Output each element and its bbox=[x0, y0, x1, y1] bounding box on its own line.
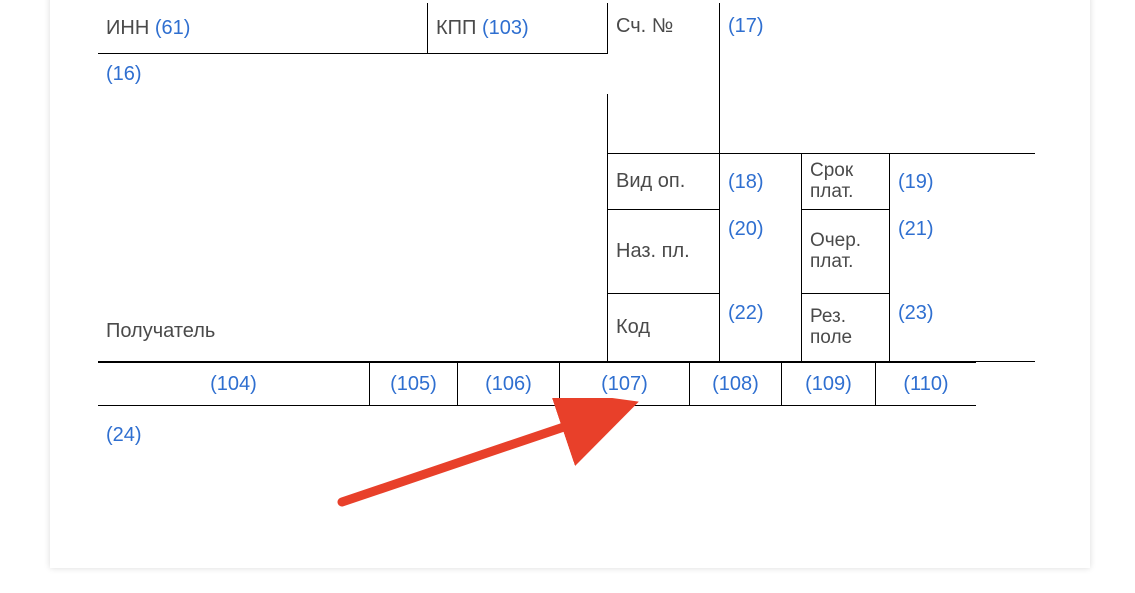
label-vid-op: Вид оп. bbox=[608, 154, 720, 210]
field-110: (110) bbox=[876, 362, 976, 406]
txt-srok: Срок плат. bbox=[810, 161, 889, 203]
kpp-label: КПП bbox=[436, 17, 476, 40]
label-ocher-plat: Очер. плат. bbox=[802, 210, 890, 294]
txt-ocher: Очер. плат. bbox=[810, 231, 889, 273]
recipient-label: Получатель bbox=[106, 320, 215, 343]
c20-code: (20) bbox=[728, 218, 764, 241]
field-20: (20) bbox=[720, 210, 802, 294]
inn-label: ИНН bbox=[106, 17, 149, 40]
c105-code: (105) bbox=[390, 373, 437, 396]
txt-vid-op: Вид оп. bbox=[616, 170, 685, 193]
schno-label: Сч. № bbox=[616, 15, 673, 38]
field-23: (23) bbox=[890, 294, 1035, 362]
field-19: (19) bbox=[890, 154, 1035, 210]
txt-kod: Код bbox=[616, 316, 650, 339]
field-105: (105) bbox=[370, 362, 458, 406]
c23-code: (23) bbox=[898, 302, 934, 325]
c22-code: (22) bbox=[728, 302, 764, 325]
field-104: (104) bbox=[98, 362, 370, 406]
c17-code: (17) bbox=[728, 15, 764, 38]
field-account-no-label: Сч. № bbox=[608, 3, 720, 154]
c18-code: (18) bbox=[728, 171, 764, 194]
field-16: (16) bbox=[98, 54, 608, 94]
recipient-block: Получатель bbox=[98, 94, 608, 362]
label-kod: Код bbox=[608, 294, 720, 362]
c24-code: (24) bbox=[106, 424, 142, 447]
field-inn: ИНН (61) bbox=[98, 3, 428, 54]
c107-code: (107) bbox=[601, 373, 648, 396]
payment-order-fragment: ИНН (61) КПП (103) Сч. № (17) (16) Получ… bbox=[0, 0, 1135, 593]
field-109: (109) bbox=[782, 362, 876, 406]
field-21: (21) bbox=[890, 210, 1035, 294]
c109-code: (109) bbox=[805, 373, 852, 396]
label-naz-pl: Наз. пл. bbox=[608, 210, 720, 294]
txt-rez: Рез. поле bbox=[810, 307, 889, 349]
c108-code: (108) bbox=[712, 373, 759, 396]
label-rez-pole: Рез. поле bbox=[802, 294, 890, 362]
field-107: (107) bbox=[560, 362, 690, 406]
txt-naz-pl: Наз. пл. bbox=[616, 240, 690, 263]
c16-code: (16) bbox=[106, 63, 142, 86]
c106-code: (106) bbox=[485, 373, 532, 396]
field-17: (17) bbox=[720, 3, 1035, 154]
c21-code: (21) bbox=[898, 218, 934, 241]
c104-code: (104) bbox=[210, 373, 257, 396]
field-18: (18) bbox=[720, 154, 802, 210]
kpp-code: (103) bbox=[482, 17, 529, 40]
field-24: (24) bbox=[98, 415, 398, 455]
c19-code: (19) bbox=[898, 171, 934, 194]
field-kpp: КПП (103) bbox=[428, 3, 608, 54]
c110-code: (110) bbox=[903, 373, 948, 396]
field-108: (108) bbox=[690, 362, 782, 406]
label-srok-plat: Срок плат. bbox=[802, 154, 890, 210]
field-106: (106) bbox=[458, 362, 560, 406]
inn-code: (61) bbox=[155, 17, 191, 40]
field-22: (22) bbox=[720, 294, 802, 362]
